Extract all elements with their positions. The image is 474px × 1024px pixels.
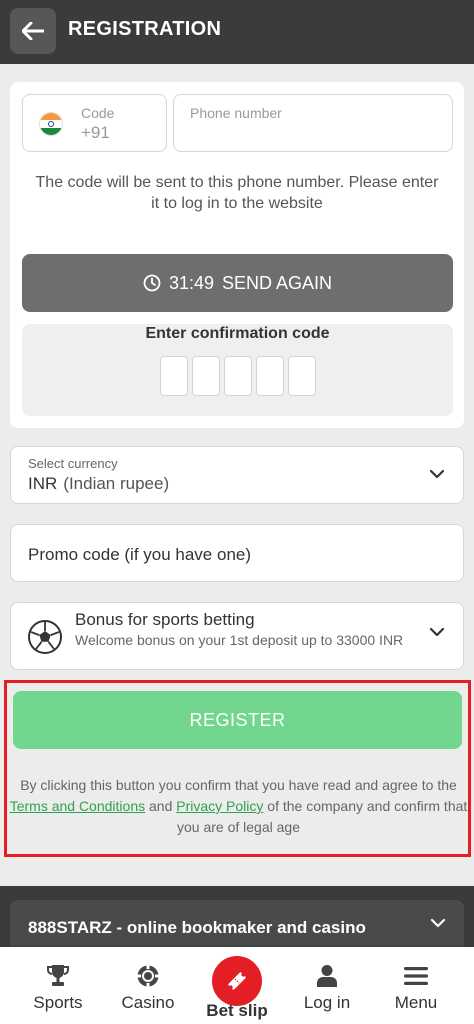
currency-label: Select currency bbox=[28, 456, 118, 471]
register-section-highlight: REGISTER By clicking this button you con… bbox=[4, 680, 471, 857]
confirmation-code-area: Enter confirmation code bbox=[22, 324, 453, 416]
bottom-navigation: Sports Casino Bet slip Log in Menu bbox=[0, 947, 474, 1024]
nav-menu-label: Menu bbox=[394, 993, 438, 1012]
currency-select[interactable]: Select currency INR (Indian rupee) bbox=[10, 446, 464, 504]
code-digit-input[interactable] bbox=[288, 356, 316, 396]
confirmation-code-inputs bbox=[160, 356, 316, 396]
page-title: REGISTRATION bbox=[68, 18, 222, 40]
back-button[interactable] bbox=[10, 8, 56, 54]
terms-and: and bbox=[149, 798, 173, 814]
terms-and-conditions-link[interactable]: Terms and Conditions bbox=[10, 798, 145, 814]
phone-number-input[interactable]: Phone number bbox=[173, 94, 453, 152]
code-digit-input[interactable] bbox=[224, 356, 252, 396]
user-icon bbox=[317, 965, 337, 987]
country-code-value: +91 bbox=[81, 123, 110, 142]
code-digit-input[interactable] bbox=[192, 356, 220, 396]
send-again-timer: 31:49 bbox=[168, 272, 214, 293]
about-accordion[interactable]: 888STARZ - online bookmaker and casino bbox=[10, 900, 464, 954]
nav-sports[interactable]: Sports bbox=[18, 947, 98, 1024]
about-title: 888STARZ - online bookmaker and casino bbox=[28, 918, 366, 937]
top-app-bar: REGISTRATION bbox=[0, 0, 474, 64]
currency-code: INR bbox=[28, 474, 58, 493]
chevron-down-icon bbox=[429, 469, 445, 479]
nav-casino-label: Casino bbox=[121, 993, 175, 1012]
currency-value: INR (Indian rupee) bbox=[28, 474, 169, 494]
confirmation-code-label: Enter confirmation code bbox=[145, 325, 330, 342]
clock-icon bbox=[143, 274, 161, 292]
chevron-down-icon bbox=[430, 918, 446, 928]
promo-code-placeholder: Promo code (if you have one) bbox=[28, 545, 252, 564]
currency-name: (Indian rupee) bbox=[63, 474, 170, 493]
promo-code-input[interactable]: Promo code (if you have one) bbox=[10, 524, 464, 582]
phone-verification-card: Code +91 Phone number The code will be s… bbox=[10, 82, 464, 428]
nav-sports-label: Sports bbox=[33, 993, 83, 1012]
bonus-description: Welcome bonus on your 1st deposit up to … bbox=[75, 632, 404, 648]
code-digit-input[interactable] bbox=[160, 356, 188, 396]
code-digit-input[interactable] bbox=[256, 356, 284, 396]
ticket-icon bbox=[228, 972, 246, 990]
nav-bet-slip-label: Bet slip bbox=[206, 1001, 268, 1020]
country-code-selector[interactable]: Code +91 bbox=[22, 94, 167, 152]
india-flag-icon bbox=[39, 112, 63, 136]
nav-log-in-label: Log in bbox=[303, 993, 351, 1012]
terms-text: By clicking this button you confirm that… bbox=[9, 775, 468, 838]
nav-log-in[interactable]: Log in bbox=[287, 947, 367, 1024]
privacy-policy-link[interactable]: Privacy Policy bbox=[176, 798, 263, 814]
bonus-select[interactable]: Bonus for sports betting Welcome bonus o… bbox=[10, 602, 464, 670]
terms-prefix: By clicking this button you confirm that… bbox=[20, 777, 457, 793]
phone-hint-text: The code will be sent to this phone numb… bbox=[35, 174, 439, 212]
casino-chip-icon bbox=[137, 965, 159, 987]
phone-number-placeholder: Phone number bbox=[190, 105, 282, 121]
soccer-ball-icon bbox=[28, 620, 62, 654]
bet-slip-button[interactable] bbox=[212, 956, 262, 1006]
back-arrow-icon bbox=[22, 22, 44, 40]
trophy-icon bbox=[47, 965, 69, 986]
bonus-title: Bonus for sports betting bbox=[75, 610, 255, 629]
menu-icon bbox=[404, 967, 428, 985]
country-code-label: Code bbox=[81, 105, 115, 121]
nav-menu[interactable]: Menu bbox=[376, 947, 456, 1024]
send-again-button[interactable]: 31:49 SEND AGAIN bbox=[22, 254, 453, 312]
nav-casino[interactable]: Casino bbox=[108, 947, 188, 1024]
send-again-label: SEND AGAIN bbox=[222, 272, 333, 293]
register-button[interactable]: REGISTER bbox=[13, 691, 462, 749]
chevron-down-icon bbox=[429, 627, 445, 637]
